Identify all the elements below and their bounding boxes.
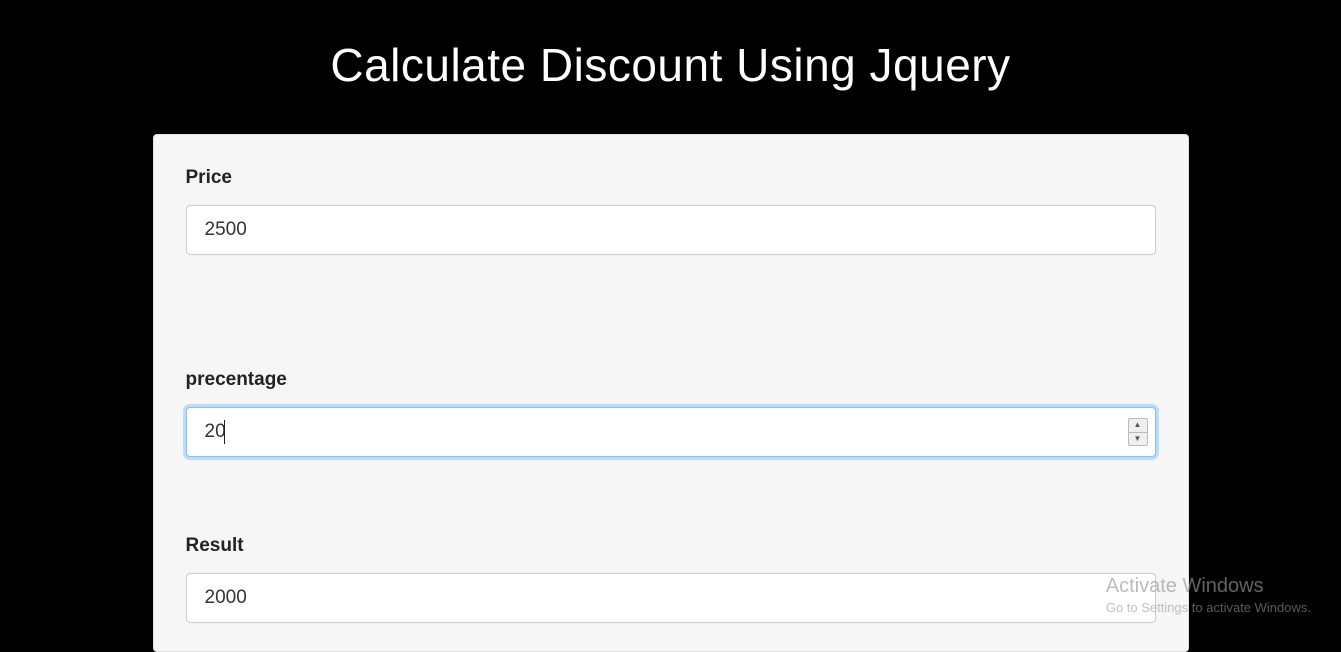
result-input[interactable]	[186, 573, 1156, 623]
price-label: Price	[186, 167, 1156, 189]
stepper-down-icon[interactable]: ▼	[1129, 433, 1147, 446]
price-field-group: Price	[186, 167, 1156, 255]
percentage-input[interactable]	[186, 407, 1156, 457]
number-stepper[interactable]: ▲ ▼	[1128, 418, 1148, 446]
price-input[interactable]	[186, 205, 1156, 255]
form-panel: Price precentage ▲ ▼ Result	[153, 134, 1189, 652]
result-label: Result	[186, 535, 1156, 557]
page-title: Calculate Discount Using Jquery	[0, 0, 1341, 112]
text-caret	[224, 420, 225, 444]
result-field-group: Result	[186, 535, 1156, 623]
stepper-up-icon[interactable]: ▲	[1129, 419, 1147, 433]
spacer	[186, 475, 1156, 535]
percentage-input-wrapper: ▲ ▼	[186, 407, 1156, 457]
spacer	[186, 273, 1156, 369]
percentage-label: precentage	[186, 369, 1156, 391]
percentage-field-group: precentage ▲ ▼	[186, 369, 1156, 457]
